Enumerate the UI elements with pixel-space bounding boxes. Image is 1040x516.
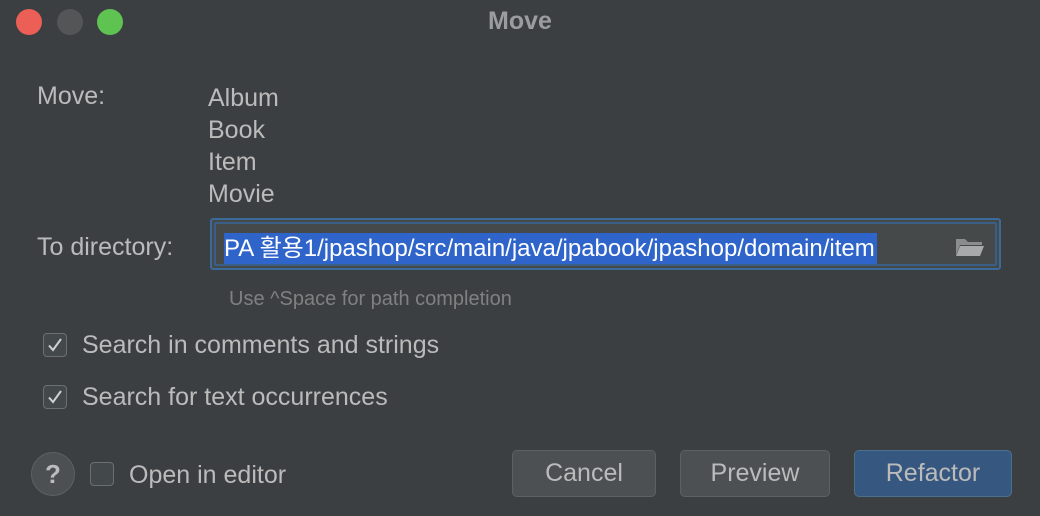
move-item: Item <box>208 148 257 176</box>
search-text-checkbox[interactable] <box>43 385 67 409</box>
move-item: Book <box>208 116 265 144</box>
search-text-label[interactable]: Search for text occurrences <box>82 383 388 412</box>
to-directory-field[interactable]: PA 활용1/jpashop/src/main/java/jpabook/jpa… <box>210 218 1001 270</box>
move-item: Album <box>208 84 279 112</box>
open-in-editor-checkbox[interactable] <box>90 462 114 486</box>
refactor-button[interactable]: Refactor <box>854 450 1012 497</box>
path-completion-hint: Use ^Space for path completion <box>229 288 512 310</box>
window-title: Move <box>488 7 552 35</box>
move-items-list: Album Book Item Movie <box>208 82 279 210</box>
to-directory-value[interactable]: PA 활용1/jpashop/src/main/java/jpabook/jpa… <box>224 233 877 264</box>
title-bar: Move <box>0 0 1040 42</box>
move-item: Movie <box>208 180 275 208</box>
checkmark-icon <box>48 390 62 404</box>
search-comments-checkbox[interactable] <box>43 333 67 357</box>
to-directory-field-inner: PA 활용1/jpashop/src/main/java/jpabook/jpa… <box>214 222 997 266</box>
cancel-button[interactable]: Cancel <box>512 450 656 497</box>
preview-button[interactable]: Preview <box>680 450 830 497</box>
folder-icon[interactable] <box>955 236 985 258</box>
open-in-editor-label[interactable]: Open in editor <box>129 461 286 490</box>
to-directory-label: To directory: <box>37 233 174 261</box>
search-comments-label[interactable]: Search in comments and strings <box>82 331 439 360</box>
checkmark-icon <box>48 338 62 352</box>
to-directory-value-text: PA 활용1/jpashop/src/main/java/jpabook/jpa… <box>224 235 875 262</box>
move-label: Move: <box>37 82 106 110</box>
help-button[interactable]: ? <box>31 452 75 496</box>
